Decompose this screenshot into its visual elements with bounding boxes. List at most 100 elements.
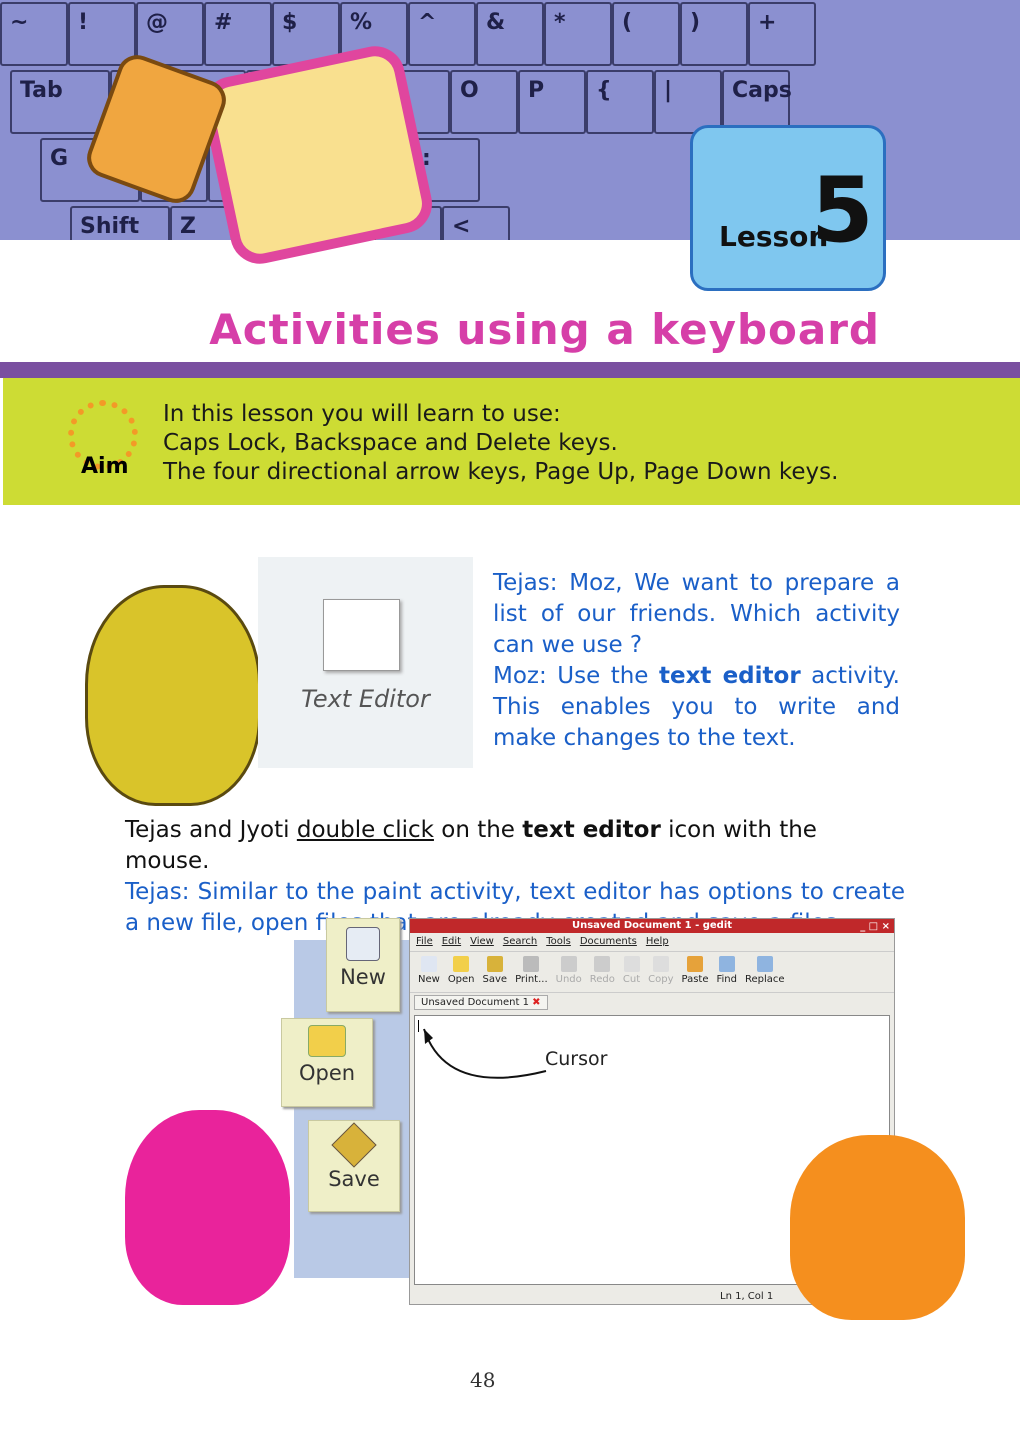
cut-icon xyxy=(623,956,640,972)
keyboard-key: ^ xyxy=(408,2,476,66)
aim-line: The four directional arrow keys, Page Up… xyxy=(163,459,839,485)
dialog-text: Tejas: Moz, We want to prepare a list of… xyxy=(493,568,900,754)
p1-bold: text editor xyxy=(522,817,661,843)
keyboard-key: # xyxy=(204,2,272,66)
text-editor-activity-icon[interactable]: Text Editor xyxy=(258,557,473,768)
lesson-number: 5 xyxy=(811,158,874,263)
toolbar-label: Undo xyxy=(555,974,582,985)
keyboard-key: & xyxy=(476,2,544,66)
jyoti-character xyxy=(125,1110,290,1305)
open-label: Open xyxy=(298,1061,356,1085)
save-label: Save xyxy=(328,1167,380,1191)
save-toolbar-button[interactable]: Save xyxy=(482,954,508,985)
close-button[interactable]: × xyxy=(882,921,890,932)
window-controls: _ □ × xyxy=(860,920,890,934)
keyboard-key: + xyxy=(748,2,816,66)
keyboard-key: ~ xyxy=(0,2,68,66)
copy-icon xyxy=(652,956,669,972)
find-toolbar-button[interactable]: Find xyxy=(716,954,738,985)
toolbar: New Open Save Print... Undo Redo Cut Copy Paste F… xyxy=(410,952,894,993)
replace-toolbar-button[interactable]: Replace xyxy=(745,954,785,985)
new-button[interactable]: New xyxy=(326,918,400,1012)
minimize-button[interactable]: _ xyxy=(860,921,865,932)
p1-text: Tejas and Jyoti xyxy=(125,817,297,843)
new-icon xyxy=(420,956,437,972)
divider-bar xyxy=(0,362,1020,378)
tejas-character xyxy=(790,1135,965,1320)
maximize-button[interactable]: □ xyxy=(869,921,878,932)
keyboard-key: * xyxy=(544,2,612,66)
undo-toolbar-button[interactable]: Undo xyxy=(556,954,582,985)
redo-icon xyxy=(594,956,611,972)
new-icon xyxy=(346,927,380,961)
aim-line: In this lesson you will learn to use: xyxy=(163,401,561,427)
toolbar-label: Print... xyxy=(515,974,548,985)
status-position: Ln 1, Col 1 xyxy=(720,1291,774,1302)
menu-documents[interactable]: Documents xyxy=(580,936,637,947)
menu-edit[interactable]: Edit xyxy=(442,936,461,947)
toolbar-label: Copy xyxy=(648,974,674,985)
menu-bar: File Edit View Search Tools Documents Help xyxy=(410,933,894,952)
folder-icon xyxy=(308,1025,346,1057)
close-tab-icon[interactable]: ✖ xyxy=(532,997,540,1008)
menu-help[interactable]: Help xyxy=(646,936,669,947)
keyboard-key: { xyxy=(586,70,654,134)
menu-view[interactable]: View xyxy=(470,936,494,947)
open-button[interactable]: Open xyxy=(281,1018,373,1107)
notepad-icon xyxy=(323,599,400,671)
toolbar-label: Find xyxy=(716,974,738,985)
keyboard-key: Tab xyxy=(10,70,110,134)
double-click-term: double click xyxy=(296,817,434,843)
moz-line: Use the xyxy=(557,663,659,689)
toolbar-label: Replace xyxy=(745,974,785,985)
text-cursor xyxy=(418,1020,419,1032)
keyboard-key: ) xyxy=(680,2,748,66)
tab-label: Unsaved Document 1 xyxy=(421,997,529,1008)
toolbar-label: Cut xyxy=(622,974,641,985)
save-icon xyxy=(331,1122,377,1168)
paste-toolbar-button[interactable]: Paste xyxy=(682,954,709,985)
paste-icon xyxy=(687,956,703,972)
cut-toolbar-button[interactable]: Cut xyxy=(623,954,640,985)
print-toolbar-button[interactable]: Print... xyxy=(515,954,548,985)
speaker-tejas: Tejas: xyxy=(493,570,570,596)
toolbar-label: Open xyxy=(447,974,475,985)
print-icon xyxy=(523,956,540,972)
undo-icon xyxy=(560,956,577,972)
keyboard-key: O xyxy=(450,70,518,134)
open-icon xyxy=(453,956,470,972)
page-title: Activities using a keyboard xyxy=(209,305,880,354)
moz-mouse-character xyxy=(85,585,261,806)
replace-icon xyxy=(756,956,773,972)
aim-box: Aim In this lesson you will learn to use… xyxy=(3,378,1020,505)
aim-line: Caps Lock, Backspace and Delete keys. xyxy=(163,430,618,456)
menu-search[interactable]: Search xyxy=(503,936,537,947)
keyboard-key: ! xyxy=(68,2,136,66)
new-toolbar-button[interactable]: New xyxy=(418,954,440,985)
lesson-badge: Lesson 5 xyxy=(690,125,886,291)
toolbar-label: Redo xyxy=(589,974,615,985)
aim-logo-text: Aim xyxy=(81,454,129,479)
title-bar: Unsaved Document 1 - gedit _ □ × xyxy=(410,919,894,933)
page-number: 48 xyxy=(470,1368,496,1392)
toolbar-label: Paste xyxy=(681,974,709,985)
moz-bold: text editor xyxy=(658,663,801,689)
speaker-moz: Moz: xyxy=(493,663,558,689)
window-title: Unsaved Document 1 - gedit xyxy=(571,920,733,931)
document-tab[interactable]: Unsaved Document 1 ✖ xyxy=(414,995,548,1010)
keyboard-key: ( xyxy=(612,2,680,66)
menu-file[interactable]: File xyxy=(416,936,433,947)
keyboard-key: P xyxy=(518,70,586,134)
toolbar-label: Save xyxy=(482,974,508,985)
keyboard-key: Shift xyxy=(70,206,170,240)
menu-tools[interactable]: Tools xyxy=(546,936,571,947)
open-toolbar-button[interactable]: Open xyxy=(448,954,475,985)
redo-toolbar-button[interactable]: Redo xyxy=(590,954,615,985)
status-bar: Ln 1, Col 1 xyxy=(720,1291,773,1302)
save-button[interactable]: Save xyxy=(308,1120,400,1212)
p1-text: on the xyxy=(433,817,523,843)
toolbar-label: New xyxy=(418,974,440,985)
copy-toolbar-button[interactable]: Copy xyxy=(648,954,674,985)
text-editor-label: Text Editor xyxy=(301,685,430,713)
keyboard-key: < xyxy=(442,206,510,240)
